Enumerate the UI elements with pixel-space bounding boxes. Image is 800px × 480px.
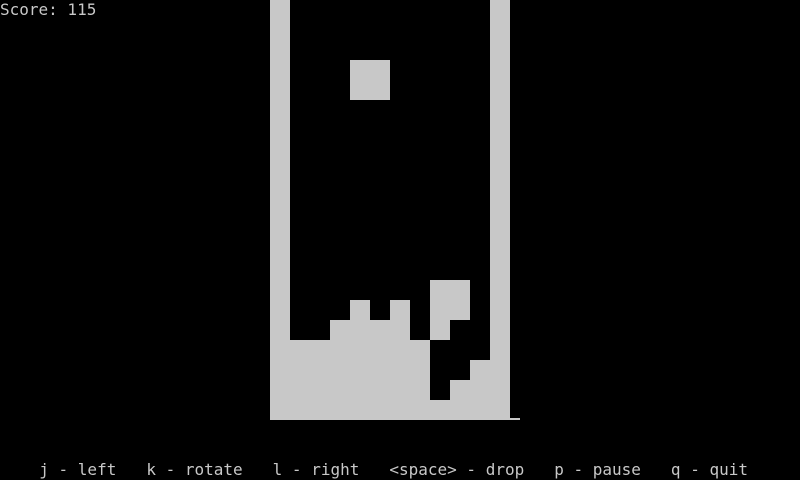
falling-piece-block <box>370 60 390 80</box>
settled-block <box>450 300 470 320</box>
settled-block <box>430 300 450 320</box>
control-hint-right: l - right <box>272 460 360 479</box>
settled-block <box>390 360 410 380</box>
settled-block <box>290 340 310 360</box>
settled-block <box>310 340 330 360</box>
settled-block <box>330 400 350 420</box>
settled-block <box>330 360 350 380</box>
settled-block <box>350 360 370 380</box>
settled-block <box>330 340 350 360</box>
settled-block <box>350 380 370 400</box>
game-board <box>0 0 800 480</box>
settled-block <box>350 400 370 420</box>
settled-block <box>330 320 350 340</box>
settled-block <box>370 360 390 380</box>
settled-block <box>410 340 430 360</box>
settled-block <box>470 400 490 420</box>
settled-block <box>290 360 310 380</box>
settled-block <box>370 320 390 340</box>
settled-block <box>410 360 430 380</box>
settled-block <box>310 400 330 420</box>
falling-piece-block <box>350 80 370 100</box>
settled-block <box>410 380 430 400</box>
settled-block <box>390 320 410 340</box>
falling-piece-block <box>350 60 370 80</box>
settled-block <box>330 380 350 400</box>
settled-block <box>370 340 390 360</box>
control-hint-rotate: k - rotate <box>146 460 243 479</box>
control-hint-pause: p - pause <box>554 460 641 479</box>
settled-block <box>310 360 330 380</box>
control-hint-drop: <space> - drop <box>389 460 525 479</box>
settled-block <box>310 380 330 400</box>
settled-block <box>350 300 370 320</box>
controls-bar: j - left k - rotate l - right <space> - dro… <box>20 440 778 479</box>
settled-block <box>390 380 410 400</box>
settled-block <box>390 300 410 320</box>
settled-block <box>430 280 450 300</box>
right-wall <box>490 0 510 420</box>
settled-block <box>430 400 450 420</box>
settled-block <box>290 380 310 400</box>
settled-block <box>470 380 490 400</box>
settled-block <box>450 280 470 300</box>
falling-piece-block <box>370 80 390 100</box>
control-hint-left: j - left <box>39 460 117 479</box>
settled-block <box>350 340 370 360</box>
settled-block <box>390 340 410 360</box>
settled-block <box>370 380 390 400</box>
settled-block <box>450 380 470 400</box>
settled-block <box>370 400 390 420</box>
settled-block <box>470 360 490 380</box>
left-wall <box>270 0 290 420</box>
settled-block <box>410 400 430 420</box>
settled-block <box>450 400 470 420</box>
settled-block <box>390 400 410 420</box>
control-hint-quit: q - quit <box>670 460 748 479</box>
settled-block <box>430 320 450 340</box>
settled-block <box>350 320 370 340</box>
settled-block <box>290 400 310 420</box>
